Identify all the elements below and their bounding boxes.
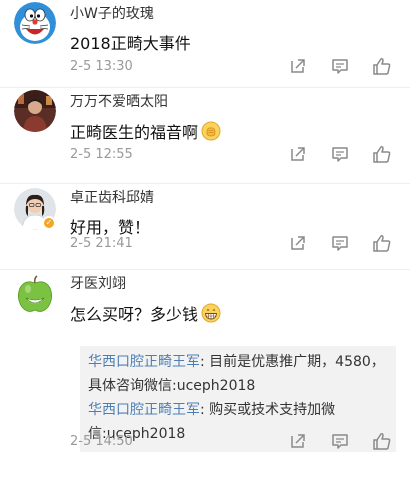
comment-item: 小W子的玫瑰 2018正畸大事件 2-5 13:30 (0, 0, 410, 88)
green-apple-avatar-icon (14, 274, 56, 316)
username[interactable]: 卓正齿科邱婧 (70, 188, 398, 208)
reply-item: 华西口腔正畸王军: 目前是优惠推广期，4580，具体咨询微信:uceph2018 (88, 350, 388, 398)
comment-text-content: 怎么买呀？多少钱 (70, 305, 199, 324)
comment-actions (288, 233, 392, 253)
share-icon[interactable] (288, 431, 308, 451)
comment-meta: 2-5 12:55 (70, 145, 398, 165)
comment-meta: 2-5 13:30 (70, 57, 398, 77)
comment-text: 正畸医生的福音啊 (70, 121, 398, 144)
fist-bump-emoji-icon (201, 121, 221, 141)
reply-author-link[interactable]: 华西口腔正畸王军 (88, 402, 200, 418)
thumbs-up-icon[interactable] (372, 56, 392, 76)
share-icon[interactable] (288, 233, 308, 253)
username[interactable]: 牙医刘翊 (70, 274, 398, 294)
thumbs-up-icon[interactable] (372, 144, 392, 164)
comment-time: 2-5 14:50 (70, 434, 133, 449)
comment-body: 牙医刘翊 怎么买呀？多少钱 (70, 270, 398, 326)
share-icon[interactable] (288, 56, 308, 76)
avatar[interactable] (14, 274, 56, 316)
comment-body: 小W子的玫瑰 2018正畸大事件 (70, 0, 398, 55)
username[interactable]: 万万不爱晒太阳 (70, 92, 398, 112)
share-icon[interactable] (288, 144, 308, 164)
comment-item: 牙医刘翊 怎么买呀？多少钱 华西口腔正畸王军: 目前是优惠推广期，4580，具体… (0, 270, 410, 480)
comment-actions (288, 431, 392, 451)
doraemon-avatar-icon (14, 2, 56, 44)
comment-actions (288, 56, 392, 76)
comment-actions (288, 144, 392, 164)
username[interactable]: 小W子的玫瑰 (70, 4, 398, 24)
comment-body: 万万不爱晒太阳 正畸医生的福音啊 (70, 88, 398, 144)
comment-icon[interactable] (330, 233, 350, 253)
thumbs-up-icon[interactable] (372, 431, 392, 451)
comment-text: 怎么买呀？多少钱 (70, 303, 398, 326)
comment-text-content: 正畸医生的福音啊 (70, 123, 199, 142)
comment-text: 2018正畸大事件 (70, 33, 398, 55)
comment-icon[interactable] (330, 56, 350, 76)
reply-author-link[interactable]: 华西口腔正畸王军 (88, 354, 200, 370)
comment-time: 2-5 12:55 (70, 147, 133, 162)
comment-feed: 小W子的玫瑰 2018正畸大事件 2-5 13:30 万万不爱晒太阳 正畸医生的… (0, 0, 410, 480)
comment-meta: 2-5 14:50 (70, 432, 398, 452)
thumbs-up-icon[interactable] (372, 233, 392, 253)
comment-icon[interactable] (330, 144, 350, 164)
comment-time: 2-5 13:30 (70, 59, 133, 74)
comment-item: ✓ 卓正齿科邱婧 好用，赞！ 2-5 21:41 (0, 184, 410, 270)
comment-time: 2-5 21:41 (70, 236, 133, 251)
comment-meta: 2-5 21:41 (70, 234, 398, 254)
avatar[interactable] (14, 90, 56, 132)
comment-body: 卓正齿科邱婧 好用，赞！ (70, 184, 398, 239)
comment-icon[interactable] (330, 431, 350, 451)
comment-item: 万万不爱晒太阳 正畸医生的福音啊 2-5 12:55 (0, 88, 410, 184)
grinning-emoji-icon (201, 303, 221, 323)
photo-avatar-icon (14, 90, 56, 132)
comment-text-content: 2018正畸大事件 (70, 34, 191, 53)
verified-badge-icon: ✓ (42, 216, 56, 230)
avatar[interactable] (14, 2, 56, 44)
